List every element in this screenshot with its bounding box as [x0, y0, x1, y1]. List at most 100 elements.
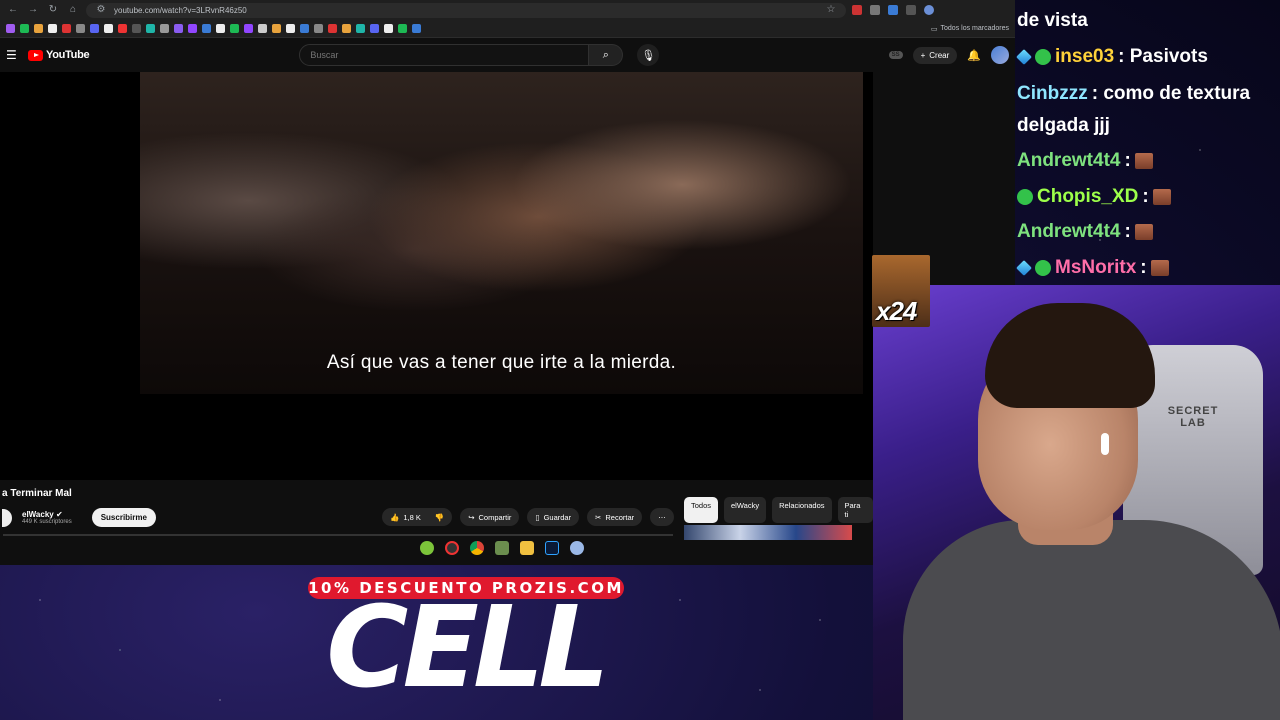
bookmark-icon[interactable]: [244, 24, 253, 33]
bookmark-icon[interactable]: [132, 24, 141, 33]
thumbs-down-icon[interactable]: 👎: [435, 513, 444, 522]
bookmark-icon[interactable]: [398, 24, 407, 33]
url-field[interactable]: ⚙ youtube.com/watch?v=3LRvnR46z50 ☆: [86, 2, 846, 18]
bookmark-icon[interactable]: [6, 24, 15, 33]
bookmark-icon[interactable]: [202, 24, 211, 33]
bookmark-icon[interactable]: [230, 24, 239, 33]
bookmark-icon[interactable]: [160, 24, 169, 33]
video-player[interactable]: [0, 72, 873, 480]
bookmark-icon[interactable]: [34, 24, 43, 33]
bookmark-icon[interactable]: [272, 24, 281, 33]
subscriber-count: 449 K suscriptores: [22, 519, 72, 525]
home-icon[interactable]: ⌂: [66, 3, 80, 17]
bookmark-icon[interactable]: [300, 24, 309, 33]
photoshop-icon[interactable]: [545, 541, 559, 555]
folder-icon[interactable]: [520, 541, 534, 555]
clip-button[interactable]: ✂ Recortar: [587, 508, 643, 526]
chat-text: : como de textura: [1091, 83, 1251, 104]
microphone-icon: 🎙: [641, 49, 656, 62]
like-button[interactable]: 👍 1,8 K 👎: [382, 508, 453, 526]
bookmark-icon[interactable]: [356, 24, 365, 33]
forward-icon[interactable]: →: [26, 3, 40, 17]
bookmark-icon[interactable]: [174, 24, 183, 33]
bookmark-icon[interactable]: [412, 24, 421, 33]
youtube-logo[interactable]: YouTube: [28, 49, 90, 61]
more-actions-button[interactable]: ⋯: [650, 508, 674, 526]
video-frame: [140, 72, 863, 394]
chrome-icon[interactable]: [470, 541, 484, 555]
ss-badge[interactable]: SS: [888, 51, 903, 59]
bookmark-icon[interactable]: [48, 24, 57, 33]
bookmarks-bar: ▭ Todos los marcadores: [0, 20, 1015, 38]
bookmark-icon[interactable]: [314, 24, 323, 33]
search-bar: ⌕ 🎙: [299, 44, 660, 66]
chat-text: :: [1124, 221, 1131, 242]
bookmark-icon[interactable]: [328, 24, 337, 33]
url-text: youtube.com/watch?v=3LRvnR46z50: [114, 5, 247, 15]
bookmark-icon[interactable]: [188, 24, 197, 33]
video-actions: 👍 1,8 K 👎 ↪ Compartir ▯ Guardar ✂ Recort…: [382, 508, 674, 526]
verified-icon: ✔: [55, 510, 63, 519]
video-subtitle: Así que vas a tener que irte a la mierda…: [326, 352, 677, 373]
bookmark-icon[interactable]: [342, 24, 351, 33]
bookmark-icon[interactable]: [286, 24, 295, 33]
extension-icon[interactable]: [888, 5, 898, 15]
chip-relacionados[interactable]: Relacionados: [772, 497, 832, 523]
voice-search-button[interactable]: 🎙: [637, 44, 660, 66]
profile-icon[interactable]: [924, 5, 934, 15]
bookmark-star-icon[interactable]: ☆: [824, 3, 838, 17]
bookmark-icon[interactable]: [20, 24, 29, 33]
bookmark-icon[interactable]: [90, 24, 99, 33]
supporter-badge-icon: [1017, 189, 1033, 205]
site-info-icon[interactable]: ⚙: [94, 3, 108, 17]
chat-username[interactable]: Chopis_XD: [1037, 186, 1138, 208]
related-video-thumbnail[interactable]: [684, 525, 852, 540]
bookmark-icon[interactable]: [216, 24, 225, 33]
bookmark-icon[interactable]: [146, 24, 155, 33]
create-label: Crear: [929, 50, 950, 60]
account-avatar[interactable]: [991, 46, 1009, 64]
create-button[interactable]: + Crear: [912, 46, 958, 64]
save-button[interactable]: ▯ Guardar: [527, 508, 580, 526]
emote-multiplier: x24: [876, 296, 917, 326]
youtube-play-icon: [28, 49, 43, 61]
chat-username[interactable]: Andrewt4t4: [1017, 221, 1120, 243]
bookmark-icon[interactable]: [384, 24, 393, 33]
promo-code: CELL: [326, 583, 609, 713]
channel-avatar[interactable]: [2, 508, 12, 527]
chat-username[interactable]: Andrewt4t4: [1017, 150, 1120, 172]
notifications-bell-icon[interactable]: 🔔: [967, 49, 981, 62]
chat-username[interactable]: Cinbzzz: [1017, 83, 1088, 105]
puzzle-icon[interactable]: [906, 5, 916, 15]
bookmark-icon[interactable]: [258, 24, 267, 33]
bookmark-icon[interactable]: [118, 24, 127, 33]
search-input[interactable]: [299, 44, 590, 66]
bookmark-icon[interactable]: [370, 24, 379, 33]
extension-icon[interactable]: [870, 5, 880, 15]
share-button[interactable]: ↪ Compartir: [460, 508, 520, 526]
bookmark-icon[interactable]: [62, 24, 71, 33]
taskbar-app-icon[interactable]: [420, 541, 434, 555]
chip-todos[interactable]: Todos: [684, 497, 719, 523]
extension-icon[interactable]: [852, 5, 862, 15]
chip-elwacky[interactable]: elWacky: [724, 497, 767, 523]
search-button[interactable]: ⌕: [589, 44, 624, 66]
chat-message: Chopis_XD :: [1017, 186, 1171, 208]
bookmark-icon[interactable]: [104, 24, 113, 33]
all-bookmarks-link[interactable]: ▭ Todos los marcadores: [931, 25, 1009, 33]
back-icon[interactable]: ←: [6, 3, 20, 17]
chat-message: Andrewt4t4 :: [1017, 221, 1153, 243]
chat-message: Andrewt4t4 :: [1017, 150, 1153, 172]
subscribe-button[interactable]: Suscribirme: [91, 508, 156, 527]
taskbar-app-icon[interactable]: [445, 541, 459, 555]
taskbar-app-icon[interactable]: [570, 541, 584, 555]
bookmark-icon[interactable]: [76, 24, 85, 33]
chat-username[interactable]: MsNoritx: [1055, 257, 1136, 279]
chat-username[interactable]: inse03: [1055, 46, 1114, 68]
taskbar-app-icon[interactable]: [495, 541, 509, 555]
chip-para-ti[interactable]: Para ti: [837, 497, 873, 523]
reload-icon[interactable]: ↻: [46, 3, 60, 17]
stream-chat: de vista inse03 : Pasivots Cinbzzz : com…: [1015, 0, 1280, 285]
channel-name[interactable]: elWacky ✔: [22, 510, 72, 519]
hamburger-menu-icon[interactable]: ☰: [6, 48, 18, 62]
